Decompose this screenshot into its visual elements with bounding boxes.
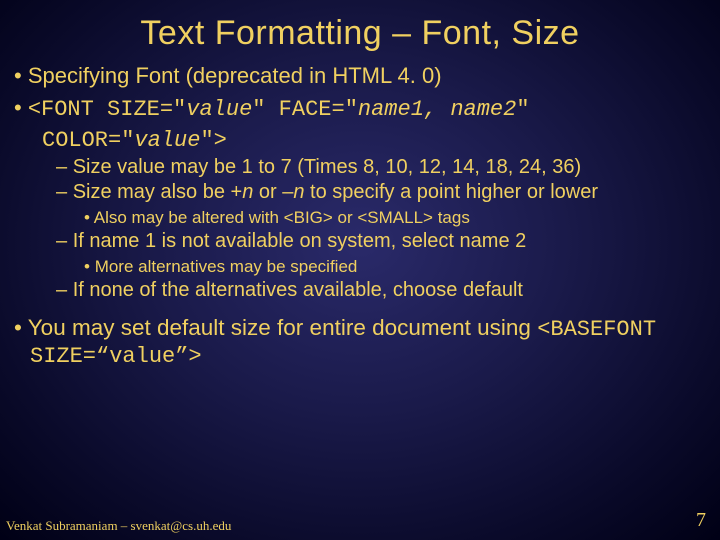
code-names: name1, name2 xyxy=(358,97,516,122)
sub-sub-bullet-more-alt: More alternatives may be specified xyxy=(14,256,706,277)
sub-bullet-size-relative: Size may also be +n or –n to specify a p… xyxy=(14,181,706,205)
sub-sub-bullet-big-small: Also may be altered with <BIG> or <SMALL… xyxy=(14,207,706,228)
bullet-basefont: You may set default size for entire docu… xyxy=(14,316,706,368)
text: Size may also be + xyxy=(73,181,243,203)
code-text: <FONT SIZE=" xyxy=(28,97,186,122)
bullet-font-tag: <FONT SIZE="value" FACE="name1, name2" xyxy=(14,95,706,122)
bullet-specifying-font: Specifying Font (deprecated in HTML 4. 0… xyxy=(14,63,706,89)
page-number: 7 xyxy=(696,509,706,532)
sub-bullet-size-range: Size value may be 1 to 7 (Times 8, 10, 1… xyxy=(14,156,706,180)
code-value: value xyxy=(134,128,200,153)
code-line-2: COLOR="value"> xyxy=(14,128,706,153)
code-text: COLOR=" xyxy=(42,128,134,153)
text: to specify a point higher or lower xyxy=(305,181,599,203)
var-n: n xyxy=(293,181,304,203)
code-text: "> xyxy=(200,128,226,153)
sub-bullet-name-fallback: If name 1 is not available on system, se… xyxy=(14,230,706,254)
code-text: " FACE=" xyxy=(252,97,358,122)
text: or – xyxy=(253,181,293,203)
code-value: value xyxy=(186,97,252,122)
slide-body: Specifying Font (deprecated in HTML 4. 0… xyxy=(0,63,720,369)
var-n: n xyxy=(242,181,253,203)
slide-title: Text Formatting – Font, Size xyxy=(0,0,720,63)
footer-author: Venkat Subramaniam – svenkat@cs.uh.edu xyxy=(6,518,231,534)
text: You may set default size for entire docu… xyxy=(28,315,537,340)
code-text: " xyxy=(516,97,529,122)
sub-bullet-default: If none of the alternatives available, c… xyxy=(14,279,706,303)
